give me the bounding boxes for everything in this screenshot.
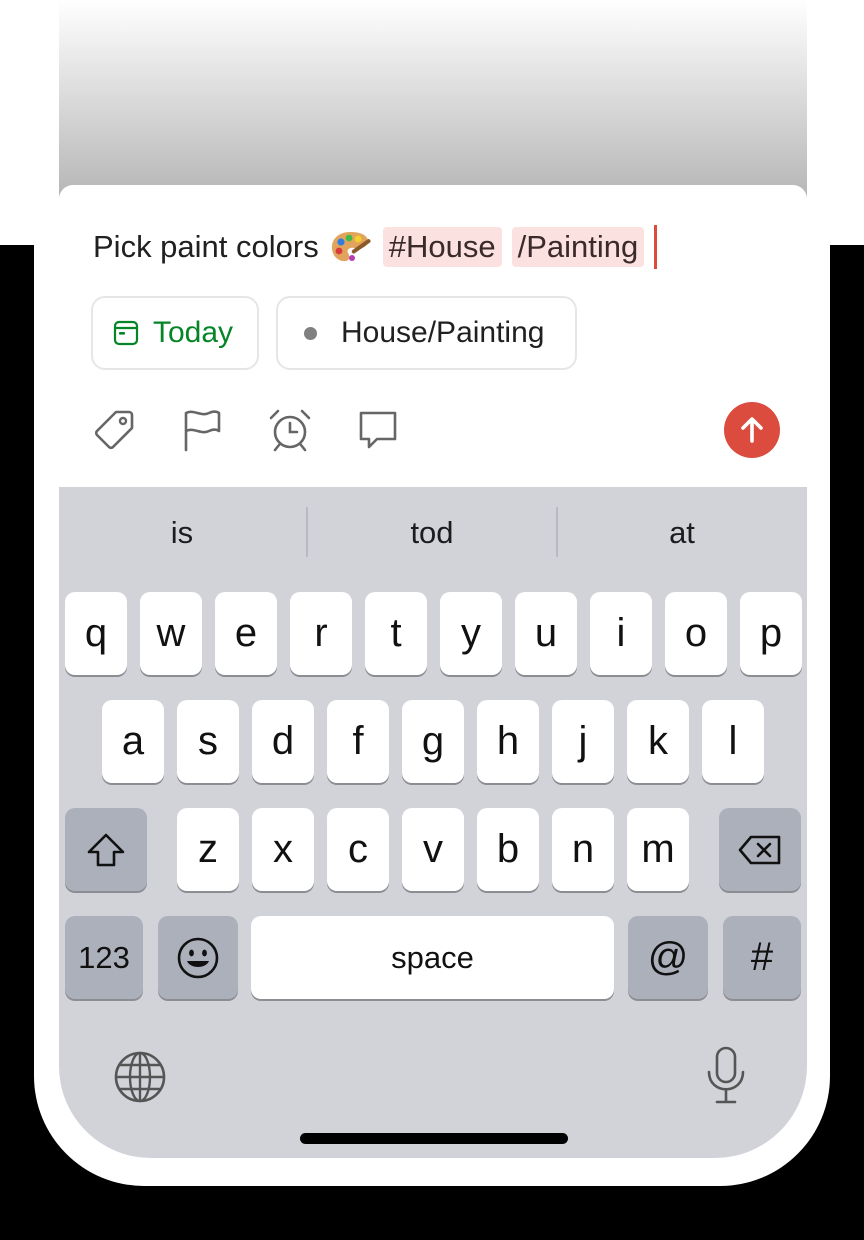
key-h[interactable]: h <box>477 700 539 783</box>
key-m[interactable]: m <box>627 808 689 891</box>
key-p[interactable]: p <box>740 592 802 675</box>
key-b[interactable]: b <box>477 808 539 891</box>
calendar-icon <box>113 320 139 346</box>
project-chip[interactable]: /Painting <box>511 227 645 267</box>
backspace-icon <box>738 835 781 864</box>
key-f[interactable]: f <box>327 700 389 783</box>
key-n[interactable]: n <box>552 808 614 891</box>
key-u[interactable]: u <box>515 592 577 675</box>
task-name-text: Pick paint colors <box>93 229 319 264</box>
suggestion-divider <box>556 507 558 557</box>
emoji-key[interactable] <box>158 916 238 999</box>
tag-icon[interactable] <box>91 407 137 453</box>
suggestion-1[interactable]: is <box>59 515 305 551</box>
home-indicator <box>300 1133 568 1144</box>
task-input[interactable]: Pick paint colors #House /Painting <box>93 225 658 269</box>
shift-icon <box>87 833 125 866</box>
microphone-icon[interactable] <box>705 1045 747 1107</box>
due-date-button[interactable]: Today <box>91 296 259 370</box>
hash-key[interactable]: # <box>723 916 801 999</box>
numbers-key[interactable]: 123 <box>65 916 143 999</box>
key-e[interactable]: e <box>215 592 277 675</box>
key-q[interactable]: q <box>65 592 127 675</box>
project-button[interactable]: House/Painting <box>276 296 577 370</box>
key-a[interactable]: a <box>102 700 164 783</box>
key-j[interactable]: j <box>552 700 614 783</box>
key-y[interactable]: y <box>440 592 502 675</box>
at-key[interactable]: @ <box>628 916 708 999</box>
shift-key[interactable] <box>65 808 147 891</box>
text-cursor <box>654 225 658 269</box>
delete-key[interactable] <box>719 808 801 891</box>
quick-add-sheet: Pick paint colors #House /Painting Today <box>59 185 807 487</box>
suggestion-divider <box>306 507 308 557</box>
key-l[interactable]: l <box>702 700 764 783</box>
globe-icon[interactable] <box>113 1050 167 1104</box>
key-g[interactable]: g <box>402 700 464 783</box>
arrow-up-icon <box>741 417 763 443</box>
due-date-label: Today <box>153 316 234 349</box>
smiley-icon <box>177 937 219 978</box>
key-z[interactable]: z <box>177 808 239 891</box>
keyboard: is tod at q w e r t y u i o p a s d f g … <box>59 487 807 1158</box>
key-d[interactable]: d <box>252 700 314 783</box>
palette-emoji-icon <box>331 232 371 262</box>
alarm-clock-icon[interactable] <box>267 407 313 453</box>
key-c[interactable]: c <box>327 808 389 891</box>
space-key[interactable]: space <box>251 916 614 999</box>
label-chip[interactable]: #House <box>382 227 502 267</box>
key-i[interactable]: i <box>590 592 652 675</box>
key-s[interactable]: s <box>177 700 239 783</box>
comment-icon[interactable] <box>355 407 401 453</box>
key-t[interactable]: t <box>365 592 427 675</box>
key-r[interactable]: r <box>290 592 352 675</box>
suggestion-3[interactable]: at <box>559 515 805 551</box>
key-k[interactable]: k <box>627 700 689 783</box>
key-o[interactable]: o <box>665 592 727 675</box>
project-label: House/Painting <box>341 316 545 349</box>
suggestion-2[interactable]: tod <box>309 515 555 551</box>
dimmed-background <box>59 0 807 200</box>
phone-screen: Pick paint colors #House /Painting Today <box>59 0 807 1158</box>
flag-icon[interactable] <box>179 407 225 453</box>
key-x[interactable]: x <box>252 808 314 891</box>
key-v[interactable]: v <box>402 808 464 891</box>
project-color-dot <box>304 326 317 340</box>
send-button[interactable] <box>724 402 780 458</box>
key-w[interactable]: w <box>140 592 202 675</box>
